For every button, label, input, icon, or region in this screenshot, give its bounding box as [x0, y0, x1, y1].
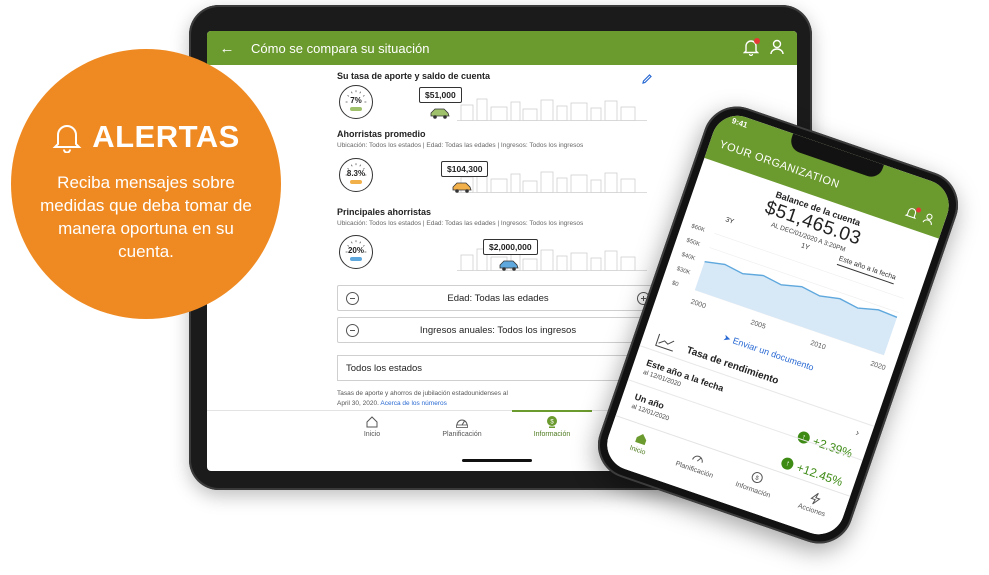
collapse-minus-icon[interactable]	[346, 291, 359, 305]
arrow-left-icon[interactable]: ←	[213, 40, 241, 57]
state-select-value: Todos los estados	[346, 362, 423, 374]
y-tick-label: $30K	[676, 266, 691, 276]
section-top-savers: Principales ahorristas Ubicación: Todos …	[337, 207, 659, 227]
notification-dot	[915, 206, 922, 214]
alert-title: ALERTAS	[92, 119, 240, 154]
pencil-icon[interactable]	[641, 73, 653, 85]
range-1y[interactable]: 1Y	[800, 242, 810, 251]
income-filter-label: Ingresos anuales: Todos los ingresos	[419, 324, 577, 336]
alert-promo-circle: ALERTAS Reciba mensajes sobre medidas qu…	[11, 49, 281, 319]
home-icon	[635, 434, 647, 446]
tablet-header: ← Cómo se compara su situación	[207, 31, 797, 65]
y-tick-label: $50K	[686, 238, 701, 248]
city-skyline-image	[457, 98, 647, 121]
status-time: 9:41	[730, 116, 749, 130]
alert-description: Reciba mensajes sobre medidas que deba t…	[40, 173, 252, 261]
speedometer-icon	[456, 419, 468, 428]
active-tab-indicator	[512, 410, 592, 412]
paper-plane-icon: ➤	[721, 332, 733, 345]
gauge-value: 7%	[350, 96, 362, 105]
notification-bell-icon[interactable]	[902, 205, 922, 226]
state-select[interactable]: Todos los estados	[337, 355, 659, 381]
user-icon[interactable]	[769, 38, 785, 59]
user-icon[interactable]	[919, 211, 936, 232]
section-title: Principales ahorristas	[337, 207, 432, 217]
arrow-up-icon: ↑	[780, 456, 796, 472]
gauge-value: 20%	[347, 246, 364, 255]
header-actions	[742, 38, 785, 59]
gauge-bar	[350, 180, 362, 184]
bell-icon	[52, 125, 82, 153]
tab-informacion[interactable]: $ Información	[512, 415, 592, 438]
about-numbers-link[interactable]: Acerca de los números	[380, 400, 446, 407]
gauge-average-rate: 8.3%	[339, 158, 373, 192]
footnote-text: Tasas de aporte y ahorros de jubilación …	[337, 390, 508, 397]
range-3y[interactable]: 3Y	[724, 216, 734, 225]
gauge-value: 8.3%	[346, 169, 366, 178]
x-tick-label: 2005	[750, 319, 767, 331]
tab-label: Información	[533, 431, 571, 438]
home-indicator	[462, 459, 532, 462]
speedometer-icon	[692, 455, 703, 463]
section-your-rate: Su tasa de aporte y saldo de cuenta	[337, 71, 659, 84]
amount-callout: $51,000	[419, 87, 462, 103]
gauge-your-rate: 7%	[339, 85, 373, 119]
info-coin-icon: $	[547, 416, 557, 428]
lightning-icon	[810, 492, 821, 505]
x-tick-label: 2020	[869, 360, 886, 372]
car-icon	[430, 108, 450, 119]
alert-heading: ALERTAS	[11, 119, 281, 155]
car-icon	[452, 182, 472, 193]
tab-inicio[interactable]: Inicio	[332, 415, 412, 438]
footnote-date: April 30, 2020.	[337, 400, 379, 407]
notification-bell-icon[interactable]	[742, 38, 760, 57]
gauge-bar	[350, 107, 362, 111]
income-filter-accordion[interactable]: Ingresos anuales: Todos los ingresos	[337, 317, 659, 343]
y-tick-label: $60K	[690, 224, 705, 234]
car-icon	[499, 260, 519, 271]
svg-text:$: $	[754, 475, 760, 482]
info-coin-icon: $	[751, 472, 763, 484]
y-tick-label: $0	[671, 280, 680, 288]
tab-label: Inicio	[363, 431, 381, 438]
y-tick-label: $40K	[681, 252, 696, 262]
section-title: Ahorristas promedio	[337, 129, 426, 139]
section-subtitle: Ubicación: Todos los estados | Edad: Tod…	[337, 220, 584, 227]
collapse-minus-icon[interactable]	[346, 323, 359, 337]
gauge-bar	[350, 257, 362, 261]
gauge-top-rate: 20%	[339, 235, 373, 269]
amount-callout: $104,300	[441, 161, 489, 177]
age-filter-accordion[interactable]: Edad: Todas las edades	[337, 285, 659, 311]
performance-chart-icon	[655, 333, 675, 352]
tab-label: Planificación	[442, 431, 482, 438]
age-filter-label: Edad: Todas las edades	[447, 292, 549, 304]
notification-dot	[754, 38, 760, 44]
section-title: Su tasa de aporte y saldo de cuenta	[337, 71, 491, 81]
section-subtitle: Ubicación: Todos los estados | Edad: Tod…	[337, 142, 584, 149]
chevron-right-icon: ›	[854, 427, 861, 439]
page-title: Cómo se compara su situación	[251, 40, 430, 56]
tab-planificacion[interactable]: Planificación	[422, 415, 502, 438]
amount-callout: $2,000,000	[483, 239, 538, 255]
x-tick-label: 2010	[809, 340, 826, 352]
phone-header-actions	[902, 205, 936, 232]
home-icon	[366, 416, 378, 428]
x-tick-label: 2000	[690, 299, 707, 311]
section-average-savers: Ahorristas promedio Ubicación: Todos los…	[337, 129, 659, 149]
